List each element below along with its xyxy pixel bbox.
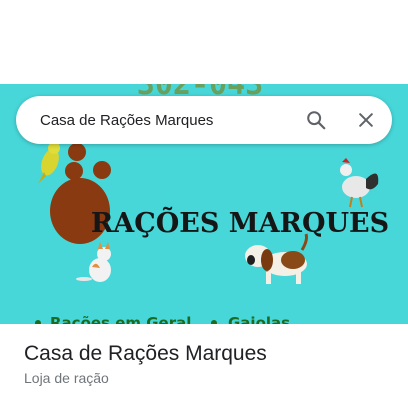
close-button[interactable] [346, 100, 386, 140]
place-panel: 302-043 RAÇÕES MARQUES Rações em Geral G… [0, 0, 408, 408]
close-icon [359, 113, 373, 127]
banner-bullet-1: Rações em Geral [50, 314, 191, 324]
place-category: Loja de ração [24, 370, 109, 386]
search-icon [307, 111, 326, 130]
search-button[interactable] [296, 100, 336, 140]
search-input[interactable]: Casa de Rações Marques [40, 112, 296, 129]
place-title[interactable]: Casa de Rações Marques [24, 342, 267, 366]
banner-bullet-2: Gaiolas [228, 314, 290, 324]
search-bar[interactable]: Casa de Rações Marques [16, 96, 392, 144]
banner-brand-text: RAÇÕES MARQUES [91, 205, 389, 239]
